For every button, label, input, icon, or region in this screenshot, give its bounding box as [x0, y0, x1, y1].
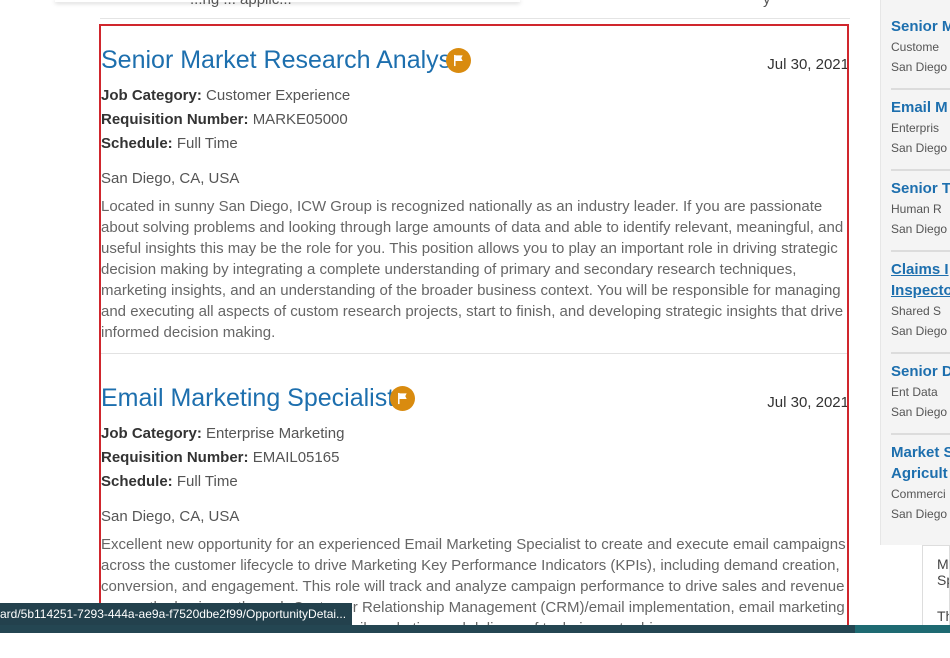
requisition-number: Requisition Number: MARKE05000	[101, 108, 847, 132]
status-bar-url: ard/5b114251-7293-444a-ae9a-f7520dbe2f99…	[0, 603, 353, 625]
schedule: Schedule: Full Time	[101, 470, 847, 494]
sidebar-job-title[interactable]: Senior M	[891, 16, 950, 37]
sidebar-job-title[interactable]: Email M	[891, 97, 950, 118]
sidebar-job-location: San Diego	[891, 507, 948, 521]
job-category-value: Enterprise Marketing	[206, 425, 345, 442]
sidebar-job-item[interactable]: Market S Agricult Commerci San Diego	[891, 436, 950, 533]
sidebar-job-category: Enterpris	[891, 121, 940, 135]
sidebar-job-category: Human R	[891, 202, 942, 216]
job-category-label: Job Category:	[101, 87, 202, 104]
job-list: Senior Market Research Analyst Jul 30, 2…	[99, 24, 849, 630]
requisition-value: EMAIL05165	[252, 449, 340, 466]
dropdown-shadow: ...ng ... applic...	[55, 0, 520, 8]
schedule-value: Full Time	[176, 473, 238, 490]
schedule: Schedule: Full Time	[101, 132, 847, 156]
job-location: San Diego, CA, USA	[101, 508, 240, 525]
sidebar-job-title-line2[interactable]: Inspecto	[891, 280, 950, 301]
job-category: Job Category: Customer Experience	[101, 84, 847, 108]
sidebar-job-title-line2[interactable]: Agricult	[891, 463, 950, 484]
job-separator	[101, 353, 847, 354]
divider	[100, 18, 850, 19]
sidebar-job-item[interactable]: Claims I Inspecto Shared S San Diego	[891, 253, 950, 354]
sidebar-job-category: Commerci	[891, 487, 946, 501]
side-panel-text-2: Th	[937, 608, 949, 624]
schedule-label: Schedule:	[101, 135, 173, 152]
requisition-label: Requisition Number:	[101, 449, 249, 466]
requisition-number: Requisition Number: EMAIL05165	[101, 446, 847, 470]
sidebar-job-location: San Diego	[891, 141, 948, 155]
job-category: Job Category: Enterprise Marketing	[101, 422, 847, 446]
requisition-label: Requisition Number:	[101, 111, 249, 128]
sidebar-job-category: Custome	[891, 40, 940, 54]
side-panel-line1: M	[937, 556, 949, 572]
flag-icon[interactable]	[390, 386, 415, 411]
posted-date: Jul 30, 2021	[767, 56, 849, 73]
sidebar-job-title[interactable]: Senior D	[891, 361, 950, 382]
sidebar-job-location: San Diego	[891, 222, 948, 236]
cut-off-text: ...ng ... applic...	[190, 0, 292, 8]
footer-bar	[0, 625, 950, 633]
schedule-label: Schedule:	[101, 473, 173, 490]
similar-jobs-sidebar: Senior M Custome San Diego Email M Enter…	[880, 0, 950, 545]
job-card: Email Marketing Specialist Jul 30, 2021 …	[101, 382, 849, 628]
job-category-label: Job Category:	[101, 425, 202, 442]
job-title-link[interactable]: Email Marketing Specialist	[101, 382, 394, 414]
sidebar-job-category: Shared S	[891, 304, 942, 318]
job-category-value: Customer Experience	[206, 87, 351, 104]
cut-off-text-right: y	[763, 0, 771, 8]
sidebar-job-location: San Diego	[891, 405, 948, 419]
sidebar-job-item[interactable]: Email M Enterpris San Diego	[891, 91, 950, 171]
flag-icon[interactable]	[446, 48, 471, 73]
job-card: Senior Market Research Analyst Jul 30, 2…	[101, 44, 849, 343]
sidebar-job-location: San Diego	[891, 324, 948, 338]
side-panel-line2: Sp	[937, 572, 949, 588]
posted-date: Jul 30, 2021	[767, 394, 849, 411]
sidebar-job-item[interactable]: Senior D Ent Data San Diego	[891, 355, 950, 435]
job-title-link[interactable]: Senior Market Research Analyst	[101, 44, 458, 76]
side-panel-text: MSp	[937, 556, 949, 588]
requisition-value: MARKE05000	[252, 111, 348, 128]
sidebar-job-item[interactable]: Senior M Custome San Diego	[891, 10, 950, 90]
sidebar-job-item[interactable]: Senior T Human R San Diego	[891, 172, 950, 252]
sidebar-job-title[interactable]: Senior T	[891, 178, 950, 199]
sidebar-job-title[interactable]: Claims I	[891, 259, 950, 280]
sidebar-job-location: San Diego	[891, 60, 948, 74]
footer-accent	[855, 625, 950, 633]
sidebar-job-category: Ent Data	[891, 385, 938, 399]
schedule-value: Full Time	[176, 135, 238, 152]
job-description: Located in sunny San Diego, ICW Group is…	[101, 198, 844, 341]
side-panel-card: MSp Th	[922, 545, 950, 626]
sidebar-job-title[interactable]: Market S	[891, 442, 950, 463]
job-location: San Diego, CA, USA	[101, 170, 240, 187]
